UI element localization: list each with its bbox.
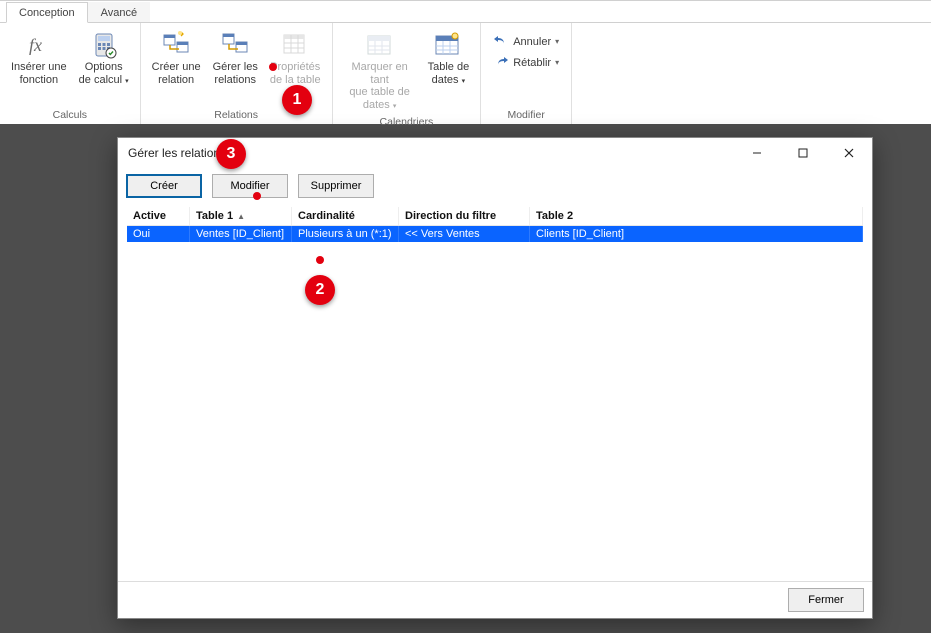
svg-text:fx: fx (29, 35, 42, 55)
close-button[interactable] (826, 138, 872, 168)
options-calcul-label: Options de calcul ▾ (79, 61, 129, 86)
gerer-relations-label: Gérer les relations (213, 61, 258, 86)
col-table2[interactable]: Table 2 (530, 207, 863, 225)
col-cardinalite[interactable]: Cardinalité (292, 207, 399, 225)
dialog-footer: Fermer (118, 581, 872, 618)
group-calculs: fx Insérer une fonction Opti (0, 23, 141, 124)
retablir-button[interactable]: Rétablir ▾ (487, 52, 565, 73)
annuler-label: Annuler (513, 36, 551, 48)
cell-filtre: << Vers Ventes (399, 226, 530, 242)
relation-row[interactable]: Oui Ventes [ID_Client] Plusieurs à un (*… (127, 226, 863, 242)
relations-grid: Active Table 1 ▲ Cardinalité Direction d… (126, 206, 864, 575)
inserer-fonction-button[interactable]: fx Insérer une fonction (6, 25, 72, 88)
cell-table2: Clients [ID_Client] (530, 226, 863, 242)
proprietes-table-button: Propriétés de la table (265, 25, 326, 88)
ribbon: fx Insérer une fonction Opti (0, 23, 931, 124)
annotation-badge-1: 1 (282, 85, 312, 115)
maximize-button[interactable] (780, 138, 826, 168)
annotation-badge-2: 2 (305, 275, 335, 305)
creer-relation-button[interactable]: Créer une relation (147, 25, 206, 88)
dropdown-caret-icon: ▾ (555, 37, 559, 46)
mark-date-table-icon (364, 29, 396, 61)
col-direction-filtre[interactable]: Direction du filtre (399, 207, 530, 225)
annotation-badge-3: 3 (216, 139, 246, 169)
fx-icon: fx (23, 29, 55, 61)
group-calculs-label: Calculs (53, 107, 87, 124)
date-table-icon (432, 29, 464, 61)
group-modifier: Annuler ▾ Rétablir ▾ Modifier (481, 23, 572, 124)
table-dates-button[interactable]: Table de dates ▾ (423, 25, 475, 88)
fermer-button[interactable]: Fermer (788, 588, 864, 612)
creer-relation-label: Créer une relation (152, 61, 201, 86)
modifier-button[interactable]: Modifier (212, 174, 288, 198)
retablir-label: Rétablir (513, 57, 551, 69)
table-properties-icon (279, 29, 311, 61)
annotation-dot-2 (316, 256, 324, 264)
group-relations-label: Relations (214, 107, 258, 124)
gerer-relations-button[interactable]: Gérer les relations (208, 25, 263, 88)
manage-relations-icon (219, 29, 251, 61)
calculator-icon (88, 29, 120, 61)
sort-asc-icon: ▲ (237, 212, 245, 221)
undo-icon (493, 33, 509, 50)
group-calendriers-label: Calendriers (380, 114, 434, 131)
dropdown-caret-icon: ▾ (555, 58, 559, 67)
dialog-toolbar: Créer Modifier Supprimer (118, 168, 872, 204)
minimize-button[interactable] (734, 138, 780, 168)
creer-button[interactable]: Créer (126, 174, 202, 198)
group-calendriers: Marquer en tant que table de dates ▾ Tab… (333, 23, 482, 124)
marquer-table-dates-button[interactable]: Marquer en tant que table de dates ▾ (339, 25, 421, 114)
table-dates-label: Table de dates ▾ (428, 61, 470, 86)
cell-cardinalite: Plusieurs à un (*:1) (292, 226, 399, 242)
options-calcul-button[interactable]: Options de calcul ▾ (74, 25, 134, 88)
group-modifier-label: Modifier (507, 107, 544, 124)
annuler-button[interactable]: Annuler ▾ (487, 31, 565, 52)
supprimer-button[interactable]: Supprimer (298, 174, 374, 198)
marquer-table-dates-label: Marquer en tant que table de dates ▾ (344, 61, 416, 112)
grid-header: Active Table 1 ▲ Cardinalité Direction d… (127, 207, 863, 226)
cell-table1: Ventes [ID_Client] (190, 226, 292, 242)
ribbon-tabstrip: Conception Avancé (0, 1, 931, 23)
manage-relations-dialog: Gérer les relations Créer Modifier Suppr… (117, 137, 873, 619)
cell-active: Oui (127, 226, 190, 242)
create-relation-icon (160, 29, 192, 61)
inserer-fonction-label: Insérer une fonction (11, 61, 67, 86)
col-active[interactable]: Active (127, 207, 190, 225)
col-table1[interactable]: Table 1 ▲ (190, 207, 292, 225)
tab-avance[interactable]: Avancé (88, 2, 151, 22)
ribbon-area: Conception Avancé fx Insérer une fonctio… (0, 0, 931, 124)
redo-icon (493, 54, 509, 71)
proprietes-table-label: Propriétés de la table (270, 61, 321, 86)
col-table1-label: Table 1 (196, 210, 233, 222)
annotation-dot-3 (253, 192, 261, 200)
tab-conception[interactable]: Conception (6, 2, 88, 23)
annotation-dot-1 (269, 63, 277, 71)
